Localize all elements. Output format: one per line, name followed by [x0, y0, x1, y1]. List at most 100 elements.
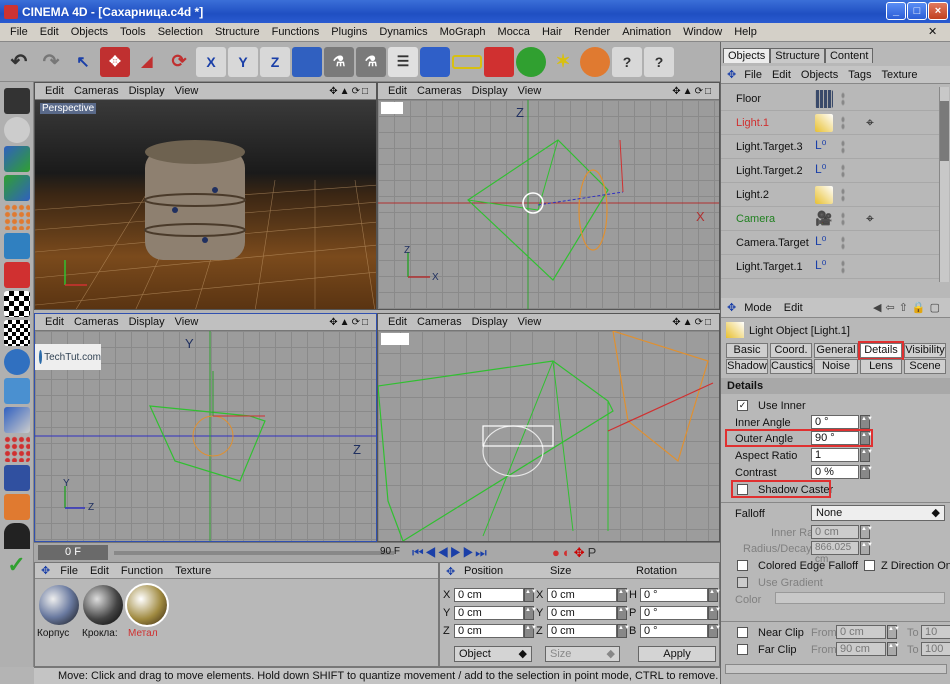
visibility-dots-icon[interactable] [841, 91, 845, 106]
menu-mograph[interactable]: MoGraph [434, 26, 492, 38]
viewport-nav-icons[interactable]: ✥▲⟳□ [672, 317, 713, 328]
viewport-edit-menu[interactable]: Edit [388, 316, 407, 328]
rotation-h-field[interactable]: 0 ° [640, 588, 708, 602]
viewport-front[interactable]: Edit Cameras Display View ✥▲⟳□ Z X Z X [377, 82, 720, 310]
list-item[interactable]: Camera 🎥 ⌖ [721, 207, 939, 231]
workplane-icon[interactable] [3, 465, 30, 491]
axis-mode-icon[interactable] [3, 175, 30, 201]
list-item[interactable]: Light.Target.1 L⁰ [721, 255, 939, 279]
near-clip-checkbox[interactable] [737, 627, 748, 638]
record-key-icons[interactable]: ●◐✥P [552, 545, 599, 561]
near-clip-to-field[interactable]: 10 cm [921, 625, 950, 639]
viewport-nav-icons[interactable]: ✥▲⟳□ [672, 86, 713, 97]
size-x-field[interactable]: 0 cm [547, 588, 617, 602]
render-view-icon[interactable]: ⚗ [324, 46, 354, 77]
tab-lens[interactable]: Lens [860, 359, 902, 374]
spinner-icon[interactable]: ▲▼ [617, 588, 630, 602]
playback-controls-icon[interactable]: ⏮◀◀▶▶⏭ [412, 545, 488, 561]
move-tool-icon[interactable]: ✥ [100, 46, 130, 77]
viewport-display-menu[interactable]: Display [472, 316, 508, 328]
tab-shadow[interactable]: Shadow [726, 359, 768, 374]
menu-file[interactable]: File [4, 26, 34, 38]
current-frame-field[interactable]: 0 F [38, 545, 108, 560]
use-inner-checkbox[interactable]: ✓ [737, 400, 748, 411]
ik-tool-icon[interactable] [3, 407, 30, 433]
attribute-edit-menu[interactable]: Edit [784, 302, 803, 314]
joint-tool-icon[interactable] [3, 349, 30, 375]
inner-radius-field[interactable]: 0 cm [811, 525, 859, 539]
visibility-dots-icon[interactable] [841, 163, 845, 178]
z-axis-lock-icon[interactable]: Z [260, 46, 290, 77]
list-item-selected[interactable]: Light.1 ⌖ [721, 111, 939, 135]
spinner-icon[interactable]: ▲▼ [860, 448, 873, 462]
position-x-field[interactable]: 0 cm [454, 588, 524, 602]
size-y-field[interactable]: 0 cm [547, 606, 617, 620]
x-axis-lock-icon[interactable]: X [196, 46, 226, 77]
material-edit-menu[interactable]: Edit [90, 565, 109, 577]
viewport-display-menu[interactable]: Display [129, 316, 165, 328]
material-swatch-corpus[interactable] [39, 585, 79, 625]
viewport-nav-icons[interactable]: ✥▲⟳□ [329, 86, 370, 97]
color-gradient-bar[interactable] [775, 592, 945, 604]
object-tags-menu[interactable]: Tags [848, 69, 871, 81]
menu-plugins[interactable]: Plugins [325, 26, 373, 38]
viewport-top[interactable]: Edit Cameras Display View ✥▲⟳□ [377, 313, 720, 542]
rotation-b-field[interactable]: 0 ° [640, 624, 708, 638]
viewport-cameras-menu[interactable]: Cameras [417, 85, 462, 97]
points-mode-icon[interactable] [3, 204, 30, 230]
coordinate-mode-select[interactable]: Object ◆ [454, 646, 532, 662]
list-item[interactable]: Light.Target.3 L⁰ [721, 135, 939, 159]
target-tag-icon[interactable]: ⌖ [866, 210, 874, 227]
viewport-edit-menu[interactable]: Edit [388, 85, 407, 97]
near-clip-from-field[interactable]: 0 cm [836, 625, 886, 639]
cube-primitive-icon[interactable] [420, 46, 450, 77]
object-axis-icon[interactable] [3, 146, 30, 172]
list-item[interactable]: Floor [721, 87, 939, 111]
polygons-mode-icon[interactable] [3, 262, 30, 288]
size-mode-select[interactable]: Size ◆ [545, 646, 620, 662]
visibility-dots-icon[interactable] [841, 259, 845, 274]
menu-mocca[interactable]: Mocca [492, 26, 536, 38]
apply-button[interactable]: Apply [638, 646, 716, 662]
brush-tool-icon[interactable] [3, 378, 30, 404]
menu-hair[interactable]: Hair [536, 26, 568, 38]
menu-window[interactable]: Window [677, 26, 728, 38]
viewport-perspective[interactable]: Edit Cameras Display View ✥▲⟳□ Perspecti… [34, 82, 377, 310]
close-button[interactable]: × [928, 2, 948, 20]
far-clip-to-field[interactable]: 100 cm [921, 642, 950, 656]
menu-tools[interactable]: Tools [114, 26, 152, 38]
tab-structure[interactable]: Structure [770, 48, 825, 63]
spinner-icon[interactable]: ▲▼ [860, 541, 873, 555]
sculpt-icon[interactable] [3, 523, 30, 549]
list-item[interactable]: Light.Target.2 L⁰ [721, 159, 939, 183]
move-handle-icon[interactable]: ✥ [446, 565, 455, 578]
viewport-view-menu[interactable]: View [175, 316, 199, 328]
material-texture-menu[interactable]: Texture [175, 565, 211, 577]
viewport-nav-icons[interactable]: ✥▲⟳□ [329, 317, 370, 328]
scrollbar-thumb[interactable] [940, 101, 949, 161]
spinner-icon[interactable]: ▲▼ [860, 415, 873, 429]
move-handle-icon[interactable]: ✥ [727, 301, 736, 314]
object-texture-menu[interactable]: Texture [881, 69, 917, 81]
object-objects-menu[interactable]: Objects [801, 69, 838, 81]
menu-functions[interactable]: Functions [266, 26, 326, 38]
viewport-display-menu[interactable]: Display [129, 85, 165, 97]
render-settings-icon[interactable]: ☰ [388, 46, 418, 77]
spinner-icon[interactable]: ▲▼ [708, 588, 721, 602]
spinner-icon[interactable]: ▲▼ [887, 625, 900, 639]
visibility-dots-icon[interactable] [841, 235, 845, 250]
use-gradient-checkbox[interactable] [737, 577, 748, 588]
spinner-icon[interactable]: ▲▼ [524, 606, 537, 620]
y-axis-lock-icon[interactable]: Y [228, 46, 258, 77]
spinner-icon[interactable]: ▲▼ [887, 642, 900, 656]
context-help-icon[interactable]: ? [644, 46, 674, 77]
menu-objects[interactable]: Objects [65, 26, 114, 38]
list-item[interactable]: Light.2 [721, 183, 939, 207]
spinner-icon[interactable]: ▲▼ [708, 606, 721, 620]
viewport-display-menu[interactable]: Display [472, 85, 508, 97]
rotation-p-field[interactable]: 0 ° [640, 606, 708, 620]
tab-noise[interactable]: Noise [814, 359, 858, 374]
viewport-view-menu[interactable]: View [175, 85, 199, 97]
attribute-horizontal-scrollbar[interactable] [725, 664, 947, 674]
undo-icon[interactable]: ↶ [4, 47, 34, 77]
